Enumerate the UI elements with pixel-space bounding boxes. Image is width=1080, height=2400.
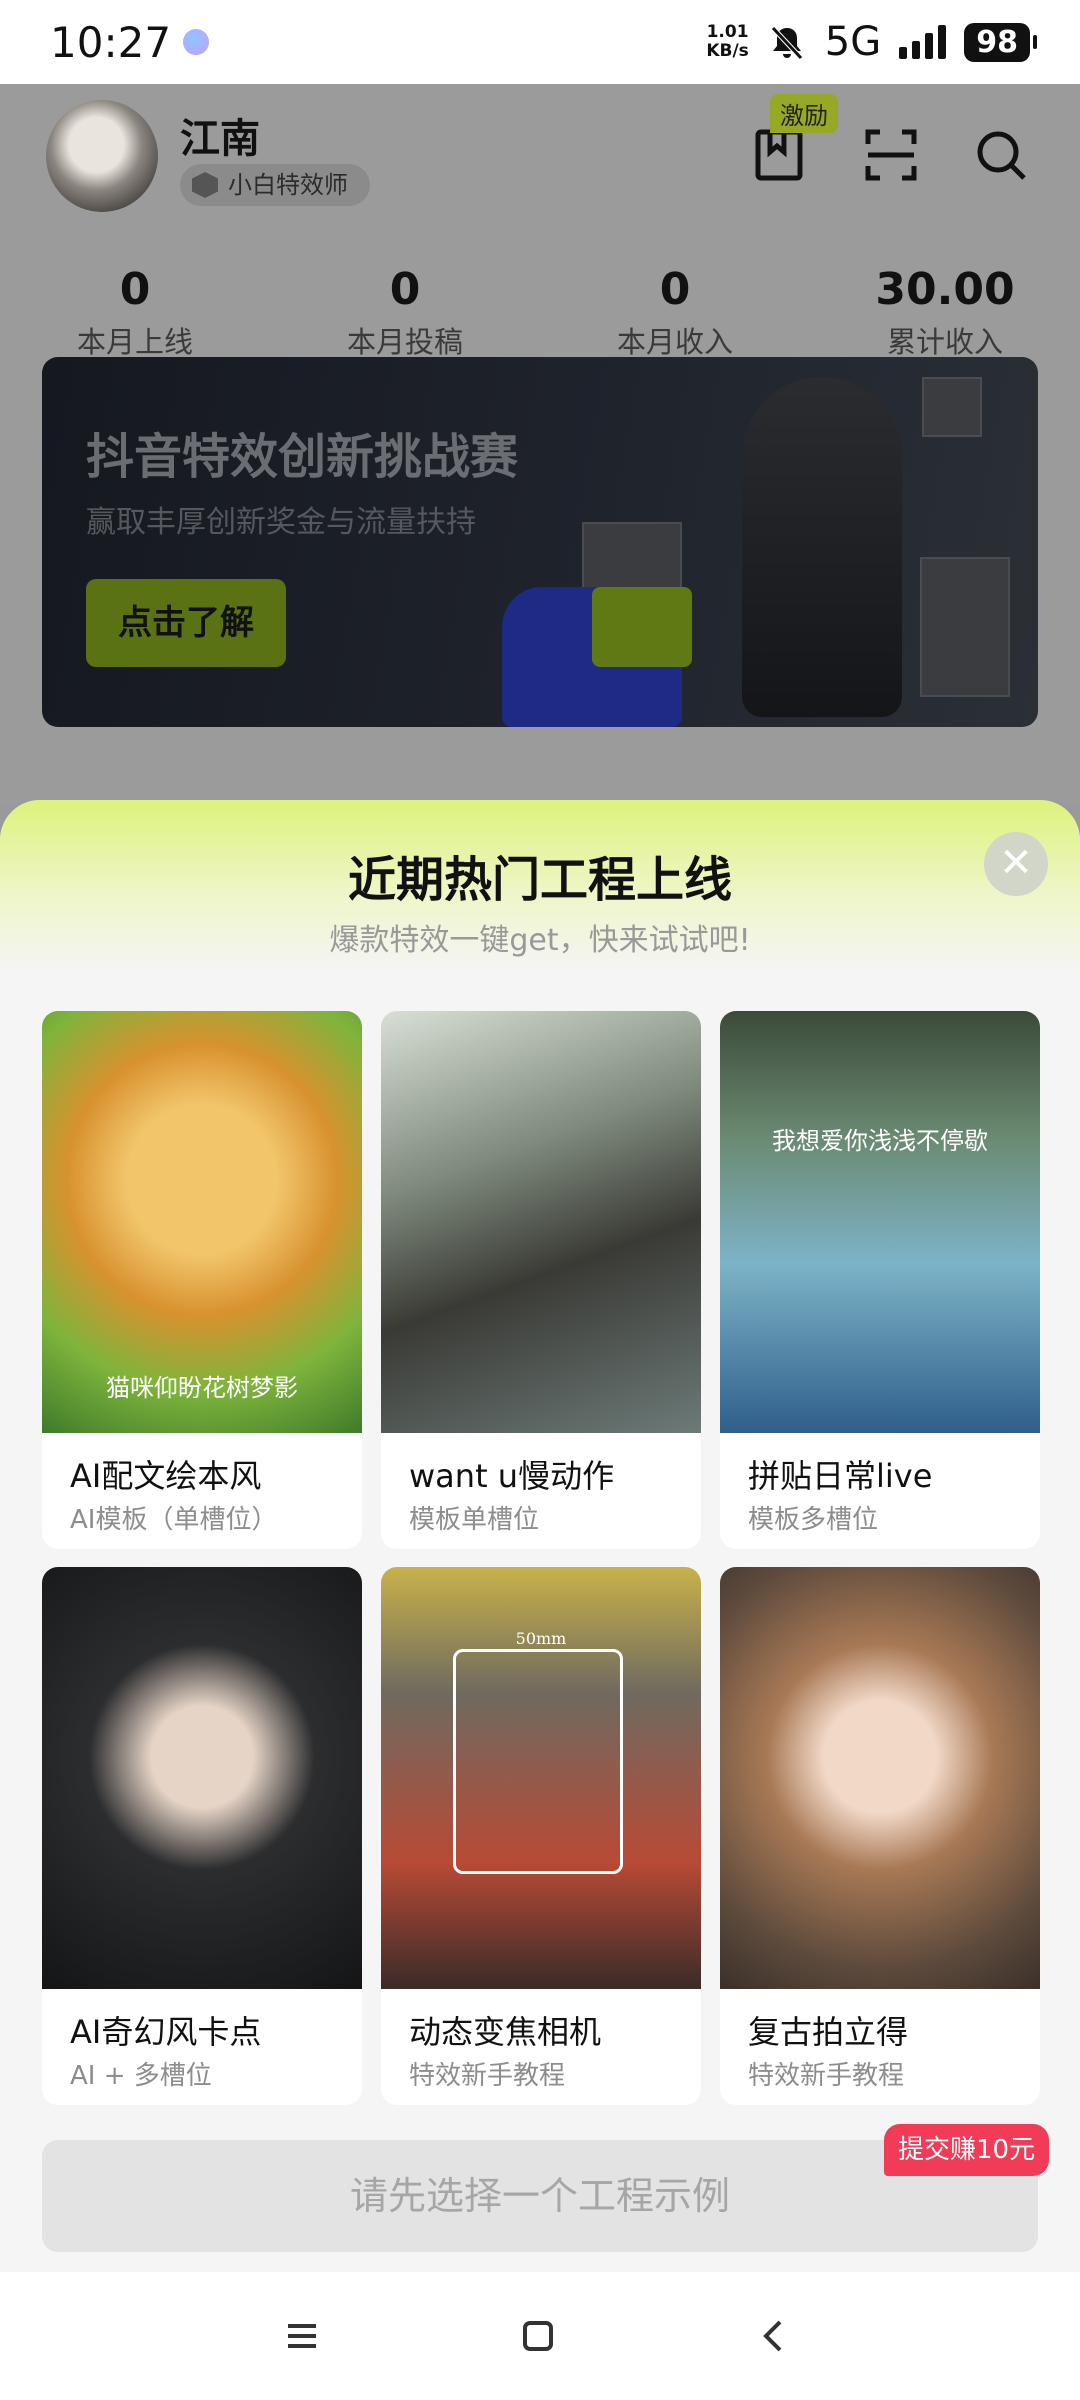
banner-thumb xyxy=(922,377,982,437)
battery-indicator: 98 xyxy=(964,22,1037,62)
project-type: AI模板（单槽位） xyxy=(70,1505,278,1535)
stat-item[interactable]: 0 本月投稿 xyxy=(270,264,540,361)
navigation-bar xyxy=(0,2272,1080,2400)
incentive-badge: 激励 xyxy=(770,94,838,133)
project-name: want u慢动作 xyxy=(409,1457,615,1495)
sheet-subtitle: 爆款特效一键get，快来试试吧! xyxy=(329,923,751,958)
challenge-banner[interactable]: 抖音特效创新挑战赛 赢取丰厚创新奖金与流量扶持 点击了解 xyxy=(42,357,1038,727)
project-type: 特效新手教程 xyxy=(409,2061,566,2091)
close-button[interactable]: ✕ xyxy=(984,832,1048,896)
avatar[interactable] xyxy=(46,100,158,212)
project-card[interactable]: 我想爱你浅浅不停歇 拼贴日常live 模板多槽位 xyxy=(720,1011,1040,1549)
project-thumbnail: 我想爱你浅浅不停歇 xyxy=(720,1011,1040,1433)
project-name: AI配文绘本风 xyxy=(70,1457,262,1495)
stat-item[interactable]: 30.00 累计收入 xyxy=(810,264,1080,361)
scan-icon[interactable] xyxy=(864,128,918,182)
signal-icon xyxy=(899,25,947,59)
project-card[interactable]: AI奇幻风卡点 AI + 多槽位 xyxy=(42,1567,362,2105)
project-thumbnail xyxy=(42,1567,362,1989)
project-thumbnail: 猫咪仰盼花树梦影 xyxy=(42,1011,362,1433)
project-card[interactable]: 猫咪仰盼花树梦影 AI配文绘本风 AI模板（单槽位） xyxy=(42,1011,362,1549)
status-bar: 10:27 1.01 KB/s 5G 98 xyxy=(0,0,1080,84)
app-notification-icon xyxy=(183,29,210,55)
network-type: 5G xyxy=(824,19,882,65)
project-type: 模板单槽位 xyxy=(409,1505,540,1535)
banner-title: 抖音特效创新挑战赛 xyxy=(86,429,519,485)
project-card[interactable]: want u慢动作 模板单槽位 xyxy=(381,1011,701,1549)
project-thumbnail: 50mm xyxy=(381,1567,701,1989)
stat-item[interactable]: 0 本月收入 xyxy=(540,264,810,361)
project-name: 复古拍立得 xyxy=(748,2013,909,2051)
back-icon[interactable] xyxy=(746,2308,802,2364)
network-speed: 1.01 KB/s xyxy=(706,22,749,61)
project-card[interactable]: 50mm 动态变焦相机 特效新手教程 xyxy=(381,1567,701,2105)
project-thumbnail xyxy=(381,1011,701,1433)
creator-level-badge[interactable]: 小白特效师 xyxy=(180,164,370,206)
menu-icon[interactable] xyxy=(274,2308,330,2364)
banner-figure-image xyxy=(742,377,902,717)
project-type: AI + 多槽位 xyxy=(70,2061,212,2091)
sheet-title: 近期热门工程上线 xyxy=(347,852,732,908)
camera-frame xyxy=(453,1649,623,1874)
project-thumbnail xyxy=(720,1567,1040,1989)
banner-mascot-image xyxy=(592,587,692,667)
project-name: AI奇幻风卡点 xyxy=(70,2013,262,2051)
banner-subtitle: 赢取丰厚创新奖金与流量扶持 xyxy=(86,505,476,540)
project-name: 动态变焦相机 xyxy=(409,2013,602,2051)
banner-thumb xyxy=(920,557,1010,697)
stats-row: 0 本月上线 0 本月投稿 0 本月收入 30.00 累计收入 xyxy=(0,264,1080,361)
project-type: 特效新手教程 xyxy=(748,2061,905,2091)
stat-item[interactable]: 0 本月上线 xyxy=(0,264,270,361)
reward-tag: 提交赚10元 xyxy=(884,2124,1050,2176)
mute-bell-icon xyxy=(770,26,803,60)
banner-cta-button[interactable]: 点击了解 xyxy=(86,579,286,667)
user-name: 江南 xyxy=(180,116,260,162)
bookmark-icon[interactable] xyxy=(752,128,806,182)
project-type: 模板多槽位 xyxy=(748,1505,879,1535)
search-icon[interactable] xyxy=(974,128,1028,182)
project-name: 拼贴日常live xyxy=(748,1457,933,1495)
home-icon[interactable] xyxy=(510,2308,566,2364)
project-card[interactable]: 复古拍立得 特效新手教程 xyxy=(720,1567,1040,2105)
status-time: 10:27 xyxy=(50,17,172,67)
